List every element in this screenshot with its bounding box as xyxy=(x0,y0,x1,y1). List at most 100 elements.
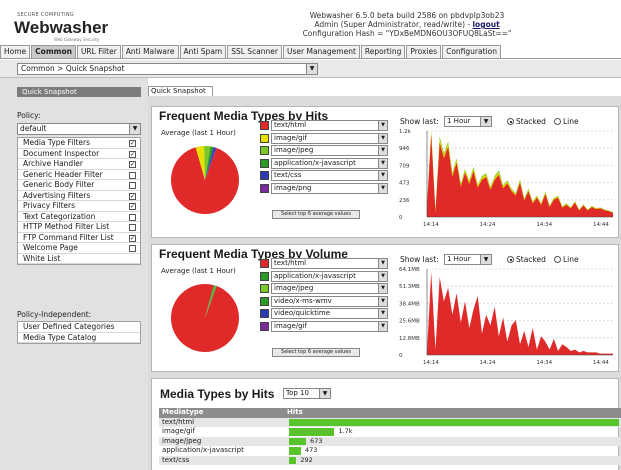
legend-type-select[interactable]: image/jpeg ▼ xyxy=(271,145,388,156)
hits-select-top-button[interactable]: Select top 6 average values xyxy=(272,210,360,219)
tab-user-management[interactable]: User Management xyxy=(283,45,360,58)
tab-reporting[interactable]: Reporting xyxy=(360,45,406,58)
tab-url-filter[interactable]: URL Filter xyxy=(76,45,121,58)
legend-row: image/jpeg ▼ xyxy=(260,145,388,157)
legend-label: video/x-ms-wmv xyxy=(274,296,332,305)
area-series-html xyxy=(427,134,613,217)
tab-home[interactable]: Home xyxy=(0,45,31,58)
volume-stacked-radio[interactable]: Stacked xyxy=(507,255,546,264)
policy-item-welcome-page[interactable]: Welcome Page xyxy=(18,243,140,254)
table-row: image/jpeg 673 xyxy=(159,436,621,446)
build-line: Webwasher 6.5.0 beta build 2586 on pbdvp… xyxy=(309,11,505,20)
legend-color-checkbox[interactable] xyxy=(260,271,269,281)
policy-item-label: Privacy Filters xyxy=(23,201,76,210)
tab-common[interactable]: Common xyxy=(31,45,76,58)
legend-type-select[interactable]: text/html ▼ xyxy=(271,258,388,269)
x-tick-label: 14:44 xyxy=(593,360,609,366)
tab-anti-spam[interactable]: Anti Spam xyxy=(179,45,227,58)
x-tick-label: 14:14 xyxy=(423,222,439,228)
volume-period-select[interactable]: 1 Hour ▼ xyxy=(444,254,492,265)
policy-item-label: HTTP Method Filter List xyxy=(23,222,110,231)
policy-item-checkbox[interactable] xyxy=(129,182,136,189)
policy-item-white-list[interactable]: White List xyxy=(18,254,140,264)
policy-item-generic-header-filter[interactable]: Generic Header Filter xyxy=(18,170,140,180)
policy-item-archive-handler[interactable]: Archive Handler ✓ xyxy=(18,159,140,170)
hits-line-radio[interactable]: Line xyxy=(554,117,579,126)
hits-period-select[interactable]: 1 Hour ▼ xyxy=(444,116,492,127)
legend-color-checkbox[interactable] xyxy=(260,309,269,318)
policy-item-privacy-filters[interactable]: Privacy Filters ✓ xyxy=(18,201,140,212)
volume-show-last-label: Show last: xyxy=(400,255,439,264)
policy-item-checkbox[interactable]: ✓ xyxy=(129,161,136,168)
legend-type-select[interactable]: image/gif ▼ xyxy=(271,132,388,144)
breadcrumb-bar: Common > Quick Snapshot ▼ xyxy=(0,60,621,78)
policy-item-checkbox[interactable]: ✓ xyxy=(129,140,136,147)
y-tick-label: 946 xyxy=(399,146,410,152)
tab-configuration[interactable]: Configuration xyxy=(442,45,501,58)
policy-item-checkbox[interactable] xyxy=(129,245,136,252)
legend-type-select[interactable]: video/quicktime ▼ xyxy=(271,308,388,319)
independent-item-media-type-catalog[interactable]: Media Type Catalog xyxy=(18,333,140,343)
x-tick-label: 14:34 xyxy=(536,360,552,366)
policy-item-text-categorization[interactable]: Text Categorization xyxy=(18,212,140,222)
policy-select[interactable]: default ▼ xyxy=(17,123,141,135)
volume-line-radio[interactable]: Line xyxy=(554,255,579,264)
tab-quick-snapshot[interactable]: Quick Snapshot xyxy=(148,86,213,96)
policy-item-checkbox[interactable] xyxy=(129,171,136,179)
policy-item-ftp-command-filter-list[interactable]: FTP Command Filter List ✓ xyxy=(18,232,140,243)
legend-color-checkbox[interactable] xyxy=(260,171,269,180)
legend-type-select[interactable]: application/x-javascript ▼ xyxy=(271,157,388,169)
breadcrumb-select[interactable]: Common > Quick Snapshot ▼ xyxy=(17,63,318,75)
policy-item-checkbox[interactable]: ✓ xyxy=(129,192,136,200)
logout-link[interactable]: logout xyxy=(472,20,499,29)
legend-color-checkbox[interactable] xyxy=(260,296,269,306)
policy-item-advertising-filters[interactable]: Advertising Filters ✓ xyxy=(18,190,140,201)
legend-color-checkbox[interactable] xyxy=(260,158,269,168)
quick-snapshot-nav[interactable]: Quick Snapshot xyxy=(17,87,141,97)
volume-select-top-button[interactable]: Select top 6 average values xyxy=(272,348,360,357)
policy-item-label: Advertising Filters xyxy=(23,190,91,200)
independent-item-user-defined-categories[interactable]: User Defined Categories xyxy=(18,322,140,333)
legend-type-select[interactable]: application/x-javascript ▼ xyxy=(271,270,388,282)
legend-label: text/html xyxy=(274,259,307,267)
area-series-html xyxy=(427,271,613,355)
policy-item-label: Welcome Page xyxy=(23,243,78,252)
legend-type-select[interactable]: video/x-ms-wmv ▼ xyxy=(271,295,388,307)
y-tick-label: 1.2k xyxy=(399,129,412,135)
legend-color-checkbox[interactable] xyxy=(260,183,269,193)
hits-stacked-radio[interactable]: Stacked xyxy=(507,117,546,126)
policy-item-media-type-filters[interactable]: Media Type Filters ✓ xyxy=(18,138,140,149)
policy-item-document-inspector[interactable]: Document Inspector ✓ xyxy=(18,149,140,159)
top-n-select[interactable]: Top 10 ▼ xyxy=(283,388,331,399)
legend-color-checkbox[interactable] xyxy=(260,259,269,268)
policy-item-checkbox[interactable]: ✓ xyxy=(129,203,136,210)
legend-color-checkbox[interactable] xyxy=(260,121,269,130)
legend-type-select[interactable]: image/png ▼ xyxy=(271,182,388,194)
policy-module-list: Media Type Filters ✓ Document Inspector ✓ Ar… xyxy=(17,137,141,265)
policy-item-checkbox[interactable] xyxy=(129,213,136,221)
legend-color-checkbox[interactable] xyxy=(260,284,269,293)
policy-item-checkbox[interactable]: ✓ xyxy=(129,234,136,242)
tab-anti-malware[interactable]: Anti Malware xyxy=(121,45,179,58)
hits-panel: Frequent Media Types by Hits Average (la… xyxy=(151,106,619,238)
legend-type-select[interactable]: text/css ▼ xyxy=(271,170,388,181)
legend-type-select[interactable]: text/html ▼ xyxy=(271,120,388,131)
legend-row: text/css ▼ xyxy=(260,170,388,182)
policy-item-http-method-filter-list[interactable]: HTTP Method Filter List xyxy=(18,222,140,233)
row-hits xyxy=(287,418,621,428)
policy-item-checkbox[interactable] xyxy=(129,224,136,231)
policy-item-generic-body-filter[interactable]: Generic Body Filter xyxy=(18,180,140,191)
legend-type-select[interactable]: image/jpeg ▼ xyxy=(271,283,388,294)
tab-ssl-scanner[interactable]: SSL Scanner xyxy=(227,45,282,58)
legend-color-checkbox[interactable] xyxy=(260,146,269,155)
policy-item-checkbox[interactable]: ✓ xyxy=(129,150,136,158)
legend-type-select[interactable]: image/gif ▼ xyxy=(271,320,388,332)
hits-stacked-label: Stacked xyxy=(516,117,546,126)
hits-table: Mediatype Hits text/html image/gif 1.7k ima… xyxy=(159,408,621,465)
policy-item-label: FTP Command Filter List xyxy=(23,232,114,242)
legend-color-checkbox[interactable] xyxy=(260,133,269,143)
tab-proxies[interactable]: Proxies xyxy=(406,45,442,58)
radio-selected-icon xyxy=(507,118,514,125)
chevron-down-icon: ▼ xyxy=(378,309,387,318)
legend-color-checkbox[interactable] xyxy=(260,321,269,331)
